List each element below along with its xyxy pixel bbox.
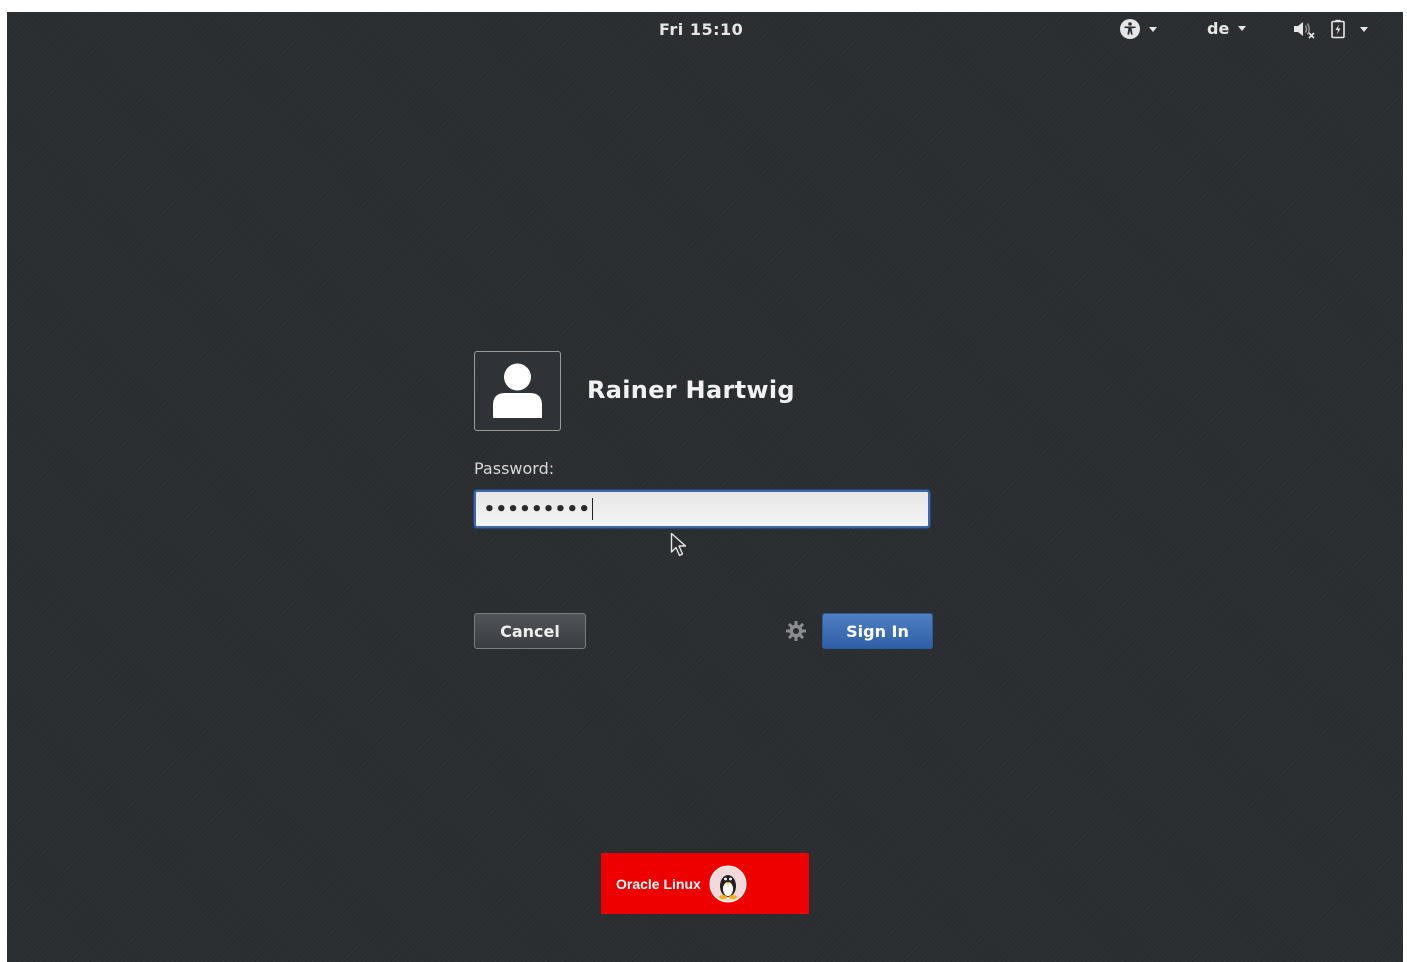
- speaker-muted-icon: [1292, 19, 1316, 39]
- clock[interactable]: Fri 15:10: [659, 20, 743, 39]
- oracle-linux-logo: Oracle Linux: [601, 853, 809, 914]
- gear-icon[interactable]: [785, 620, 807, 646]
- keyboard-layout-menu[interactable]: de: [1207, 19, 1247, 38]
- password-mask: •••••••••: [484, 498, 591, 520]
- accessibility-icon: [1120, 19, 1140, 39]
- avatar: [474, 351, 561, 431]
- sign-in-button[interactable]: Sign In: [822, 613, 933, 649]
- top-bar: Fri 15:10 de: [7, 12, 1403, 48]
- text-cursor: [591, 498, 593, 520]
- login-screen: Fri 15:10 de Rainer Hartwig Password: ••…: [7, 12, 1403, 962]
- accessibility-menu[interactable]: [1120, 19, 1157, 39]
- system-menu[interactable]: [1292, 19, 1368, 39]
- chevron-down-icon: [1149, 26, 1157, 32]
- user-avatar-icon: [493, 363, 542, 418]
- user-name: Rainer Hartwig: [587, 376, 795, 404]
- keyboard-layout-label: de: [1207, 19, 1230, 38]
- password-field[interactable]: •••••••••: [474, 490, 930, 528]
- chevron-down-icon: [1360, 26, 1368, 32]
- chevron-down-icon: [1238, 26, 1247, 31]
- battery-charging-icon: [1330, 19, 1346, 39]
- mouse-pointer-icon: [670, 532, 687, 557]
- password-label: Password:: [474, 459, 555, 478]
- logo-text: Oracle Linux: [616, 875, 701, 892]
- penguin-icon: [709, 865, 747, 902]
- cancel-button[interactable]: Cancel: [474, 613, 586, 649]
